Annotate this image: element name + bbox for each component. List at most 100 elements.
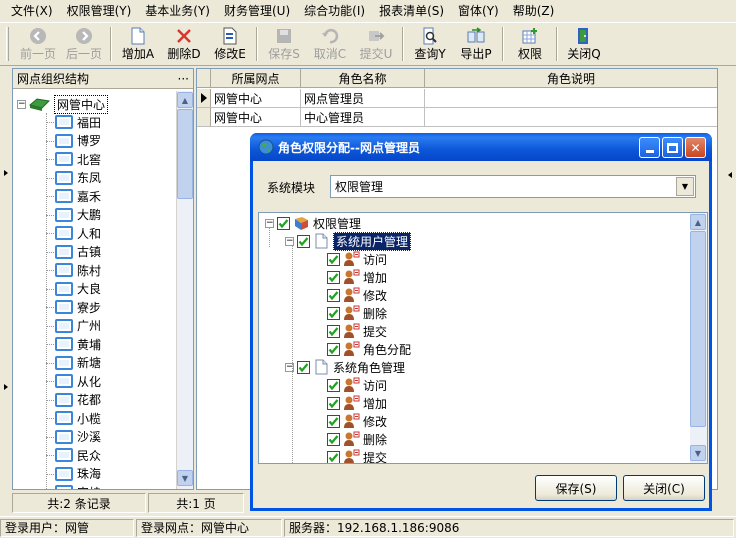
tree-node[interactable]: 寮步 bbox=[46, 298, 101, 316]
submit-button[interactable]: 提交U bbox=[353, 24, 399, 64]
permission-item[interactable]: 修改 bbox=[327, 412, 387, 430]
scroll-thumb[interactable] bbox=[690, 231, 706, 427]
checkbox[interactable] bbox=[327, 342, 340, 356]
tree-node[interactable]: 大鹏 bbox=[46, 206, 101, 224]
permission-tree-scrollbar[interactable]: ▲ ▼ bbox=[690, 213, 707, 463]
scroll-down-button[interactable]: ▼ bbox=[177, 470, 193, 486]
menu-permission[interactable]: 权限管理(Y) bbox=[60, 1, 139, 21]
panel-menu-button[interactable]: ··· bbox=[178, 72, 189, 86]
maximize-button[interactable] bbox=[662, 137, 683, 158]
cell-site[interactable]: 网管中心 bbox=[211, 108, 301, 127]
tree-node[interactable]: 珠海 bbox=[46, 465, 101, 483]
cell-site[interactable]: 网管中心 bbox=[211, 89, 301, 108]
export-button[interactable]: 导出P bbox=[453, 24, 499, 64]
permission-button[interactable]: 权限 bbox=[507, 24, 553, 64]
prev-page-button[interactable]: 前一页 bbox=[15, 24, 61, 64]
cell-desc[interactable] bbox=[425, 108, 717, 127]
cell-role[interactable]: 中心管理员 bbox=[301, 108, 425, 127]
permission-item[interactable]: 访问 bbox=[327, 376, 387, 394]
menu-general[interactable]: 综合功能(I) bbox=[297, 1, 372, 21]
permission-group[interactable]: − 系统角色管理 bbox=[285, 358, 405, 376]
scroll-thumb[interactable] bbox=[177, 109, 193, 199]
scroll-up-button[interactable]: ▲ bbox=[690, 214, 706, 230]
toolbar-grip[interactable] bbox=[6, 27, 9, 61]
permission-item[interactable]: 删除 bbox=[327, 304, 387, 322]
tree-scrollbar[interactable]: ▲ ▼ bbox=[176, 91, 193, 489]
permission-item[interactable]: 角色分配 bbox=[327, 340, 411, 358]
dropdown-arrow-icon[interactable]: ▼ bbox=[676, 177, 694, 196]
checkbox[interactable] bbox=[327, 288, 340, 302]
permission-group[interactable]: − 系统用户管理 bbox=[285, 231, 412, 251]
save-button[interactable]: 保存S bbox=[261, 24, 307, 64]
tree-node[interactable]: 民众 bbox=[46, 446, 101, 464]
tree-node[interactable]: 从化 bbox=[46, 372, 101, 390]
tree-node[interactable]: 花都 bbox=[46, 391, 101, 409]
checkbox[interactable] bbox=[327, 324, 340, 338]
tree-node[interactable]: 陈村 bbox=[46, 261, 101, 279]
left-splitter[interactable] bbox=[2, 68, 10, 490]
tree-node[interactable]: 博罗 bbox=[46, 132, 101, 150]
tree-node[interactable]: 古镇 bbox=[46, 243, 101, 261]
permission-item[interactable]: 增加 bbox=[327, 268, 387, 286]
checkbox[interactable] bbox=[327, 396, 340, 410]
permission-item[interactable]: 提交 bbox=[327, 448, 387, 463]
menu-help[interactable]: 帮助(Z) bbox=[506, 1, 562, 21]
checkbox[interactable] bbox=[297, 234, 310, 248]
menu-finance[interactable]: 财务管理(U) bbox=[217, 1, 297, 21]
scroll-up-button[interactable]: ▲ bbox=[177, 92, 193, 108]
menu-business[interactable]: 基本业务(Y) bbox=[138, 1, 217, 21]
tree-node[interactable]: 容桂 bbox=[55, 483, 101, 489]
module-select[interactable]: 权限管理 ▼ bbox=[330, 175, 696, 198]
cancel-button[interactable]: 取消C bbox=[307, 24, 353, 64]
tree-node[interactable]: 新塘 bbox=[46, 354, 101, 372]
column-header-site[interactable]: 所属网点 bbox=[211, 69, 301, 88]
dialog-close-button[interactable]: ✕ bbox=[685, 137, 706, 158]
tree-node[interactable]: 沙溪 bbox=[46, 428, 101, 446]
menu-reports[interactable]: 报表清单(S) bbox=[372, 1, 451, 21]
dialog-save-button[interactable]: 保存(S) bbox=[535, 475, 617, 501]
checkbox[interactable] bbox=[297, 360, 310, 374]
permission-item[interactable]: 访问 bbox=[327, 250, 387, 268]
checkbox[interactable] bbox=[277, 216, 290, 230]
tree-node[interactable]: 嘉禾 bbox=[46, 187, 101, 205]
tree-node[interactable]: 大良 bbox=[46, 280, 101, 298]
tree-node[interactable]: 黄埔 bbox=[46, 335, 101, 353]
checkbox[interactable] bbox=[327, 414, 340, 428]
edit-button[interactable]: 修改E bbox=[207, 24, 253, 64]
table-row[interactable]: 网管中心 中心管理员 bbox=[197, 108, 717, 127]
tree-node[interactable]: 小榄 bbox=[46, 409, 101, 427]
permission-item[interactable]: 删除 bbox=[327, 430, 387, 448]
delete-button[interactable]: 删除D bbox=[161, 24, 207, 64]
column-header-desc[interactable]: 角色说明 bbox=[425, 69, 717, 88]
query-button[interactable]: 查询Y bbox=[407, 24, 453, 64]
cell-role[interactable]: 网点管理员 bbox=[301, 89, 425, 108]
checkbox[interactable] bbox=[327, 432, 340, 446]
minimize-button[interactable] bbox=[639, 137, 660, 158]
scroll-down-button[interactable]: ▼ bbox=[690, 445, 706, 461]
tree-node[interactable]: 人和 bbox=[46, 224, 101, 242]
checkbox[interactable] bbox=[327, 450, 340, 463]
tree-node[interactable]: 福田 bbox=[46, 113, 101, 131]
checkbox[interactable] bbox=[327, 270, 340, 284]
tree-root[interactable]: − 网管中心 bbox=[17, 94, 109, 114]
tree-node[interactable]: 北窖 bbox=[46, 150, 101, 168]
cell-desc[interactable] bbox=[425, 89, 717, 108]
checkbox[interactable] bbox=[327, 306, 340, 320]
permission-item[interactable]: 提交 bbox=[327, 322, 387, 340]
permission-item[interactable]: 增加 bbox=[327, 394, 387, 412]
right-splitter[interactable] bbox=[722, 68, 734, 490]
tree-node[interactable]: 东凤 bbox=[46, 169, 101, 187]
tree-node[interactable]: 广州 bbox=[46, 317, 101, 335]
menu-file[interactable]: 文件(X) bbox=[4, 1, 60, 21]
checkbox[interactable] bbox=[327, 252, 340, 266]
close-button[interactable]: 关闭Q bbox=[561, 24, 607, 64]
checkbox[interactable] bbox=[327, 378, 340, 392]
collapse-toggle[interactable]: − bbox=[17, 99, 26, 109]
next-page-button[interactable]: 后一页 bbox=[61, 24, 107, 64]
permission-root[interactable]: − 权限管理 bbox=[265, 214, 361, 232]
menu-window[interactable]: 窗体(Y) bbox=[451, 1, 506, 21]
column-header-role[interactable]: 角色名称 bbox=[301, 69, 425, 88]
add-button[interactable]: 增加A bbox=[115, 24, 161, 64]
permission-item[interactable]: 修改 bbox=[327, 286, 387, 304]
dialog-title-bar[interactable]: 角色权限分配--网点管理员 ✕ bbox=[250, 133, 712, 161]
